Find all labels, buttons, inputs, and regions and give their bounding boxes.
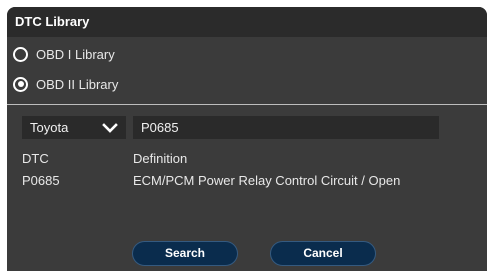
search-button[interactable]: Search [132, 241, 238, 266]
radio-button-icon[interactable] [13, 46, 28, 62]
radio-label-obd1: OBD I Library [36, 46, 115, 62]
title-bar: DTC Library [7, 7, 487, 37]
radio-obd2-library[interactable]: OBD II Library [13, 74, 118, 94]
radio-button-selected-icon[interactable] [13, 76, 28, 92]
section-divider [7, 104, 487, 105]
column-header-definition: Definition [133, 151, 188, 166]
chevron-down-icon[interactable] [102, 122, 118, 134]
column-header-dtc: DTC [22, 151, 49, 166]
vehicle-make-value: Toyota [30, 120, 69, 135]
result-dtc-code: P0685 [22, 173, 60, 188]
dtc-code-input[interactable] [133, 116, 439, 139]
dtc-library-dialog: DTC Library OBD I Library OBD II Library… [7, 7, 487, 271]
vehicle-make-dropdown[interactable]: Toyota [22, 116, 126, 139]
radio-obd1-library[interactable]: OBD I Library [13, 44, 115, 64]
cancel-button[interactable]: Cancel [270, 241, 376, 266]
radio-label-obd2: OBD II Library [36, 76, 119, 92]
dialog-title: DTC Library [15, 14, 90, 29]
result-definition: ECM/PCM Power Relay Control Circuit / Op… [133, 173, 401, 188]
